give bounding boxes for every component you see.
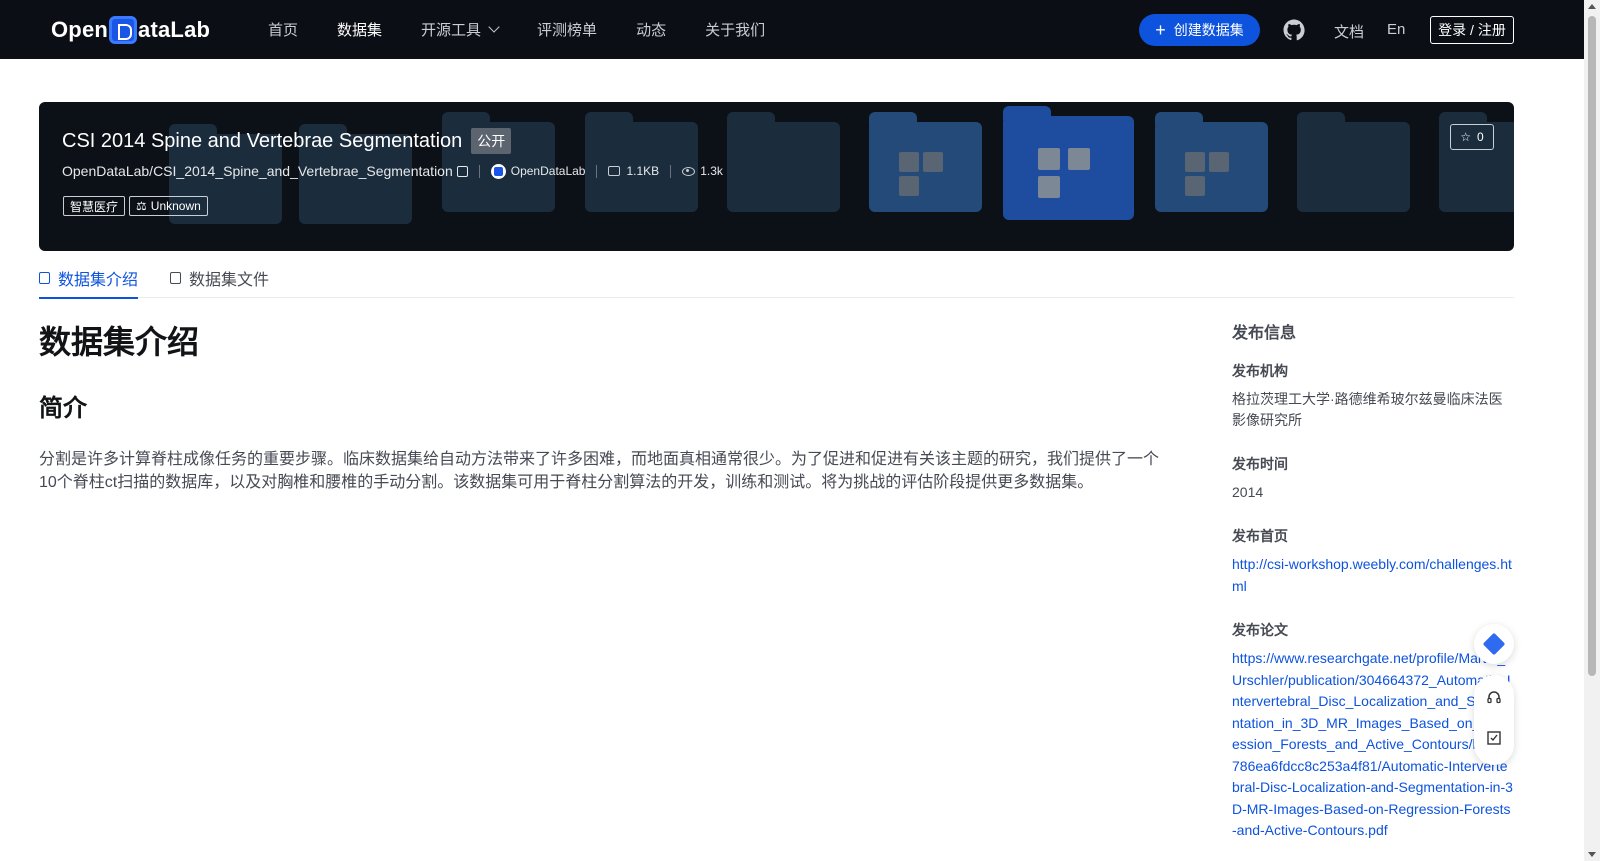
org-name[interactable]: OpenDataLab bbox=[511, 164, 586, 178]
dataset-banner: CSI 2014 Spine and Vertebrae Segmentatio… bbox=[39, 102, 1514, 251]
folder-decoration-icon bbox=[1297, 112, 1410, 212]
scale-icon: ⚖ bbox=[136, 199, 147, 213]
language-toggle[interactable]: En bbox=[1387, 21, 1405, 38]
homepage-link[interactable]: http://csi-workshop.weebly.com/challenge… bbox=[1232, 554, 1514, 597]
nav-item-tools[interactable]: 开源工具 bbox=[421, 19, 500, 40]
tag-domain[interactable]: 智慧医疗 bbox=[63, 196, 126, 216]
logo-text-open: Open bbox=[51, 17, 109, 42]
dataset-tags: 智慧医疗 ⚖ Unknown bbox=[63, 196, 212, 216]
dataset-title: CSI 2014 Spine and Vertebrae Segmentatio… bbox=[62, 129, 463, 152]
nav-item-datasets[interactable]: 数据集 bbox=[337, 19, 382, 40]
diamond-icon bbox=[1482, 632, 1506, 656]
publish-info-heading: 发布信息 bbox=[1232, 325, 1297, 342]
folder-decoration-icon bbox=[869, 112, 982, 212]
page-title: 数据集介绍 bbox=[39, 324, 200, 360]
view-count: 1.3k bbox=[700, 164, 723, 178]
star-button[interactable]: ☆ 0 bbox=[1450, 124, 1494, 150]
tab-intro-label: 数据集介绍 bbox=[58, 272, 139, 289]
assistant-float-button[interactable] bbox=[1474, 624, 1514, 664]
tab-files[interactable]: 数据集文件 bbox=[170, 258, 269, 298]
dataset-path: OpenDataLab/CSI_2014_Spine_and_Vertebrae… bbox=[62, 163, 453, 179]
nav-item-tools-label: 开源工具 bbox=[421, 22, 482, 39]
scrollbar-thumb[interactable] bbox=[1588, 16, 1596, 676]
dataset-title-row: CSI 2014 Spine and Vertebrae Segmentatio… bbox=[62, 128, 512, 154]
license-label: Unknown bbox=[150, 199, 201, 213]
chevron-down-icon bbox=[488, 21, 500, 33]
star-count: 0 bbox=[1477, 130, 1484, 144]
dataset-size: 1.1KB bbox=[626, 164, 660, 178]
folder-decoration-icon bbox=[727, 112, 840, 212]
publish-time-label: 发布时间 bbox=[1232, 456, 1288, 472]
float-toolbar bbox=[1474, 675, 1514, 765]
logo-text-rest: ataLab bbox=[138, 17, 211, 42]
top-navbar: Open ataLab 首页 数据集 开源工具 评测榜单 动态 关于我们 + 创建数… bbox=[0, 0, 1584, 59]
homepage-label: 发布首页 bbox=[1232, 528, 1288, 544]
logo[interactable]: Open ataLab bbox=[51, 15, 210, 45]
publisher-value: 格拉茨理工大学·路德维希玻尔兹曼临床法医影像研究所 bbox=[1232, 391, 1503, 428]
folder-decoration-icon bbox=[1155, 112, 1268, 212]
meta-divider bbox=[670, 164, 672, 178]
section-title: 简介 bbox=[39, 395, 87, 422]
login-register-button[interactable]: 登录 / 注册 bbox=[1430, 16, 1514, 44]
nav-item-leaderboard[interactable]: 评测榜单 bbox=[537, 19, 597, 40]
paper-label: 发布论文 bbox=[1232, 622, 1288, 638]
scroll-down-arrow-icon[interactable] bbox=[1588, 852, 1596, 857]
dataset-meta: OpenDataLab/CSI_2014_Spine_and_Vertebrae… bbox=[62, 163, 723, 179]
tab-intro[interactable]: 数据集介绍 bbox=[39, 258, 139, 299]
paper-link[interactable]: https://www.researchgate.net/profile/Mar… bbox=[1232, 648, 1514, 842]
star-icon: ☆ bbox=[1460, 130, 1472, 144]
meta-divider bbox=[478, 164, 480, 178]
disk-icon bbox=[608, 166, 621, 176]
visibility-badge: 公开 bbox=[471, 128, 512, 154]
nav-menu: 首页 数据集 开源工具 评测榜单 动态 关于我们 bbox=[268, 0, 804, 59]
database-icon bbox=[39, 272, 50, 284]
plus-icon: + bbox=[1155, 20, 1166, 40]
folder-decoration-icon bbox=[1003, 106, 1134, 220]
docs-link[interactable]: 文档 bbox=[1334, 21, 1364, 42]
org-avatar bbox=[490, 163, 506, 179]
scroll-up-arrow-icon[interactable] bbox=[1588, 4, 1596, 9]
meta-divider bbox=[596, 164, 598, 178]
dataset-intro: 数据集介绍 简介 分割是许多计算脊柱成像任务的重要步骤。临床数据集给自动方法带来… bbox=[39, 322, 1169, 494]
copy-icon[interactable] bbox=[456, 165, 468, 177]
nav-item-home[interactable]: 首页 bbox=[268, 19, 298, 40]
headset-icon[interactable] bbox=[1486, 690, 1502, 706]
page-scrollbar[interactable] bbox=[1584, 0, 1600, 861]
publish-time-value: 2014 bbox=[1232, 484, 1264, 500]
create-dataset-label: 创建数据集 bbox=[1173, 22, 1244, 38]
intro-paragraph: 分割是许多计算脊柱成像任务的重要步骤。临床数据集给自动方法带来了许多困难，而地面… bbox=[39, 451, 1160, 491]
publish-info-panel: 发布信息 发布机构 格拉茨理工大学·路德维希玻尔兹曼临床法医影像研究所 发布时间… bbox=[1232, 323, 1514, 842]
license-tag[interactable]: ⚖ Unknown bbox=[129, 196, 208, 216]
github-icon[interactable] bbox=[1282, 18, 1306, 42]
dataset-tabs: 数据集介绍 数据集文件 bbox=[39, 258, 1514, 299]
publisher-label: 发布机构 bbox=[1232, 363, 1288, 379]
eye-icon bbox=[682, 166, 696, 176]
edit-icon[interactable] bbox=[1486, 730, 1502, 746]
logo-mark-icon bbox=[109, 16, 138, 44]
nav-item-about[interactable]: 关于我们 bbox=[705, 19, 765, 40]
nav-item-news[interactable]: 动态 bbox=[636, 19, 666, 40]
file-icon bbox=[170, 272, 182, 284]
tab-files-label: 数据集文件 bbox=[189, 272, 270, 289]
create-dataset-button[interactable]: + 创建数据集 bbox=[1139, 14, 1260, 46]
